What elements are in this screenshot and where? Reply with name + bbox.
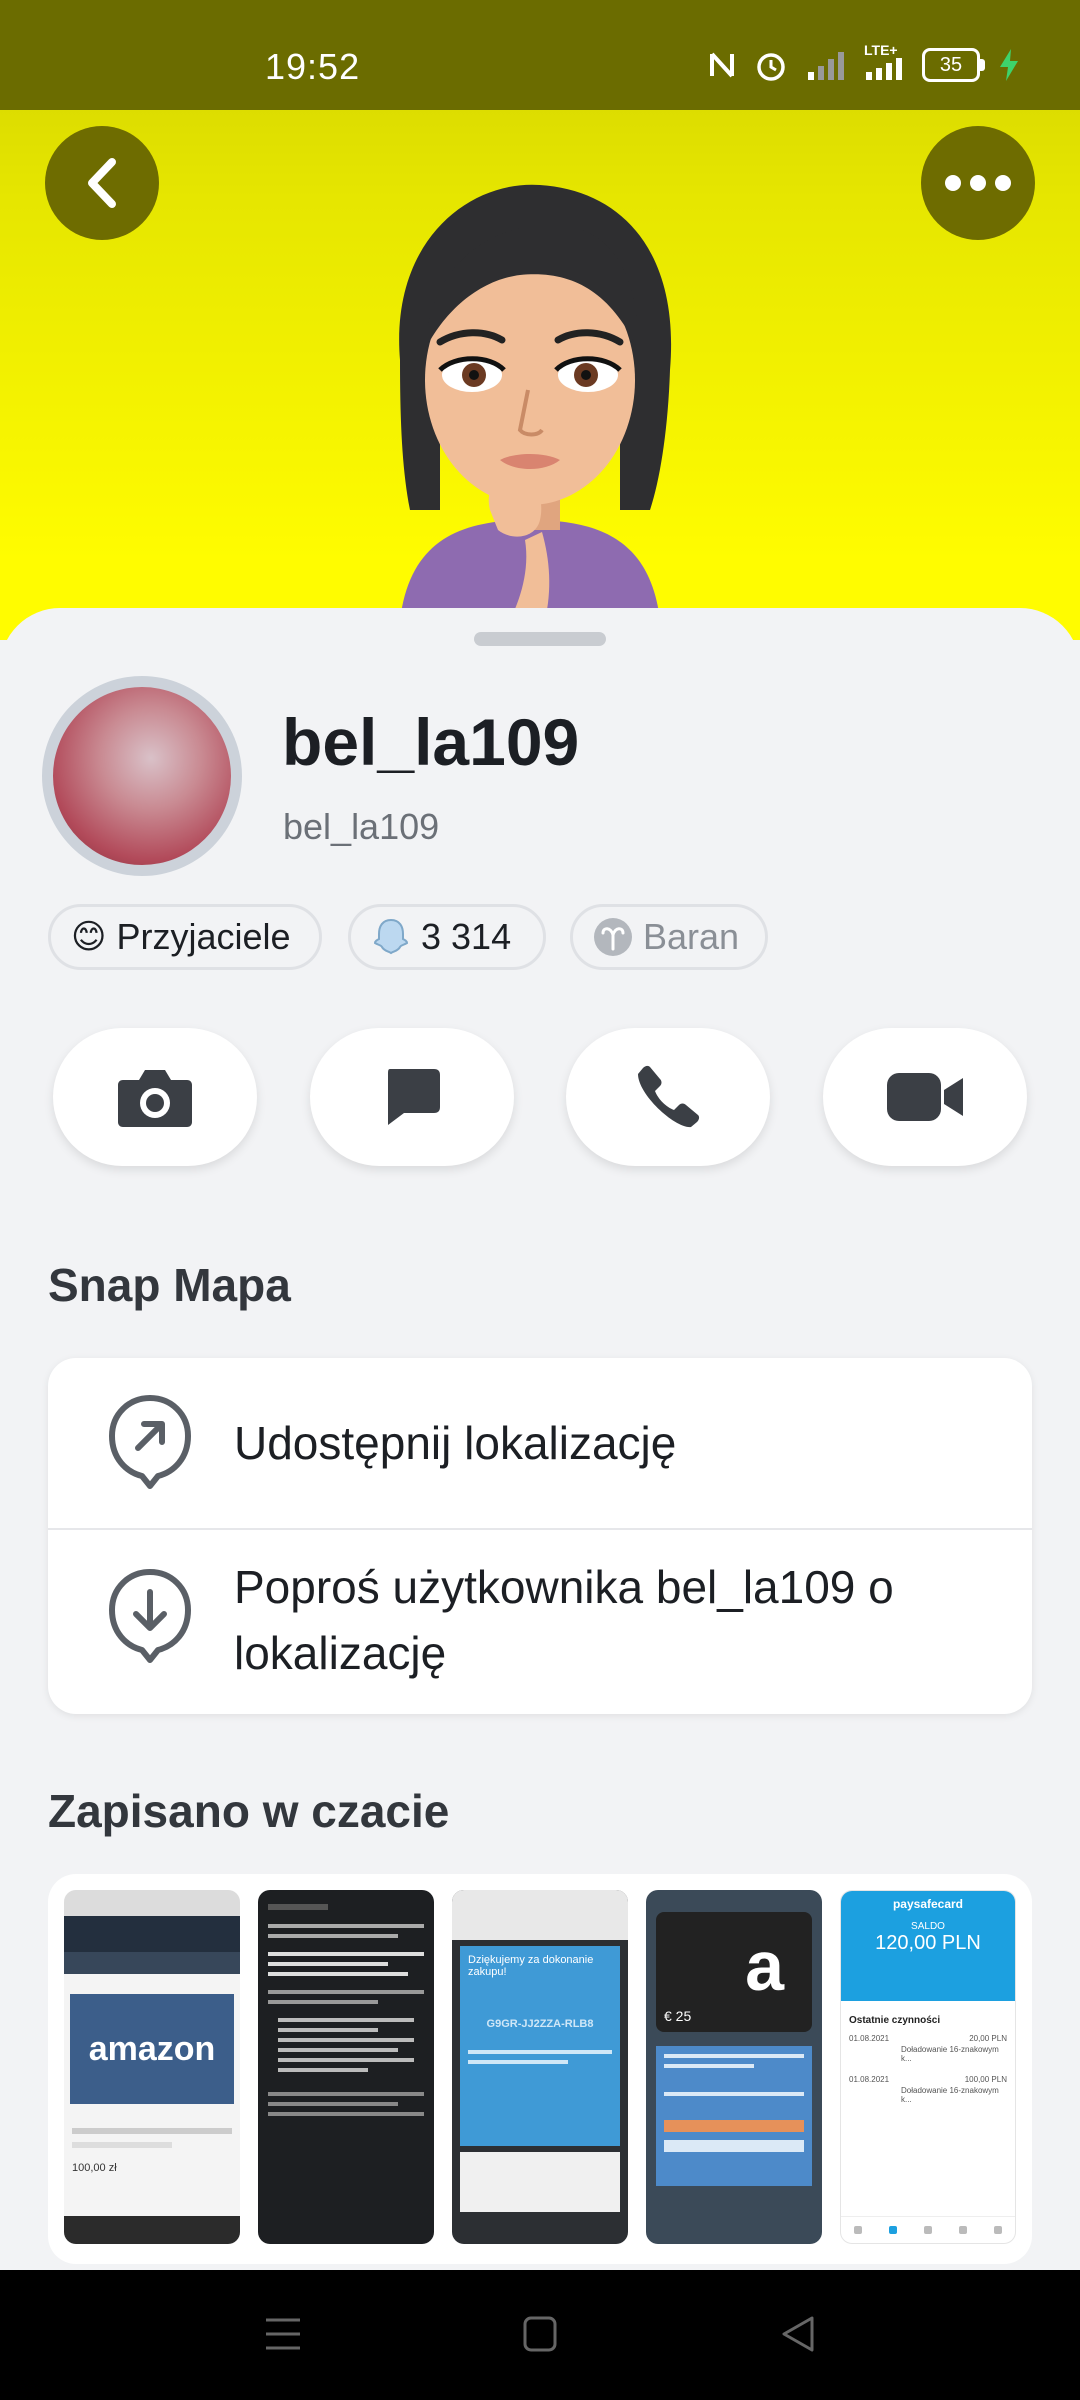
activity-row: 01.08.2021 100,00 PLN <box>849 2075 1007 2084</box>
friends-chip[interactable]: 😊 Przyjaciele <box>48 904 322 970</box>
snapscore-chip[interactable]: 3 314 <box>348 904 546 970</box>
snap-map-title: Snap Mapa <box>48 1259 291 1311</box>
recent-apps-icon[interactable] <box>262 2314 304 2354</box>
username: bel_la109 <box>283 806 440 847</box>
display-name: bel_la109 <box>282 705 580 779</box>
aries-icon <box>594 918 632 956</box>
lte-icon: LTE+ <box>864 42 904 80</box>
voice-call-button[interactable] <box>566 1028 770 1166</box>
amazon-logo: amazon <box>88 2029 216 2068</box>
recent-activity-title: Ostatnie czynności <box>849 2015 941 2026</box>
smile-emoji-icon: 😊 <box>71 918 107 956</box>
share-location-row[interactable]: Udostępnij lokalizację <box>48 1358 1032 1528</box>
snapscore-value: 3 314 <box>421 916 512 957</box>
profile-photo <box>53 687 231 865</box>
camera-button[interactable] <box>53 1028 257 1166</box>
video-call-button[interactable] <box>823 1028 1027 1166</box>
battery-icon: 35 <box>922 48 985 82</box>
home-icon[interactable] <box>522 2314 558 2354</box>
chevron-left-icon <box>88 158 116 208</box>
more-horizontal-icon <box>945 175 1011 191</box>
saved-media-strip: amazon 100,00 zł Dziękujemy za dokonanie… <box>48 1874 1032 2264</box>
request-location-label: Poproś użytkownika bel_la109 o lokalizac… <box>234 1561 894 1679</box>
back-nav-icon[interactable] <box>778 2314 818 2354</box>
phone-icon <box>638 1065 700 1128</box>
activity-row: 01.08.2021 20,00 PLN <box>849 2034 1007 2043</box>
saldo-amount: 120,00 PLN <box>875 1932 981 1954</box>
camera-icon <box>118 1070 192 1127</box>
zodiac-label: Baran <box>643 916 740 957</box>
status-bar: 19:52 LTE+ 35 <box>0 0 1080 110</box>
saldo-label: SALDO <box>911 1921 945 1932</box>
gift-card-code: G9GR-JJ2ZZA-RLB8 <box>486 2018 594 2030</box>
saved-thumbnail[interactable]: paysafecard SALDO 120,00 PLN Ostatnie cz… <box>840 1890 1016 2244</box>
status-icons: LTE+ 35 <box>708 42 1020 82</box>
friends-chip-label: Przyjaciele <box>116 916 291 957</box>
saved-thumbnail[interactable]: Dziękujemy za dokonanie zakupu! G9GR-JJ2… <box>452 1890 628 2244</box>
more-options-button[interactable] <box>921 126 1035 240</box>
amazon-price: 100,00 zł <box>72 2162 117 2174</box>
share-location-label: Udostępnij lokalizację <box>234 1417 677 1469</box>
saved-in-chat-title: Zapisano w czacie <box>48 1785 450 1837</box>
profile-picture[interactable] <box>42 676 242 876</box>
video-camera-icon <box>887 1073 963 1121</box>
request-location-row[interactable]: Poproś użytkownika bel_la109 o lokalizac… <box>48 1530 1032 1714</box>
saved-thumbnail[interactable] <box>258 1890 434 2244</box>
saved-thumbnail[interactable]: amazon 100,00 zł <box>64 1890 240 2244</box>
drag-handle[interactable] <box>474 632 606 646</box>
purchase-confirmation-text: Dziękujemy za dokonanie zakupu! <box>468 1954 594 1978</box>
share-location-icon <box>109 1395 191 1489</box>
zodiac-chip[interactable]: Baran <box>570 904 768 970</box>
nfc-icon <box>710 52 734 78</box>
ghost-icon <box>373 918 409 955</box>
gift-card-value: € 25 <box>664 2008 692 2024</box>
chat-button[interactable] <box>310 1028 514 1166</box>
status-time: 19:52 <box>265 46 361 87</box>
alarm-icon <box>757 53 785 81</box>
bitmoji-avatar <box>399 184 672 620</box>
signal-icon <box>808 52 844 80</box>
saved-thumbnail[interactable]: a € 25 <box>646 1890 822 2244</box>
chat-icon <box>388 1069 440 1125</box>
system-navigation-bar <box>0 2270 1080 2400</box>
paysafecard-logo: paysafecard <box>892 1897 964 1911</box>
request-location-icon <box>109 1569 191 1663</box>
charging-icon <box>1000 49 1018 81</box>
snap-map-card: Udostępnij lokalizację Poproś użytkownik… <box>48 1358 1032 1714</box>
back-button[interactable] <box>45 126 159 240</box>
